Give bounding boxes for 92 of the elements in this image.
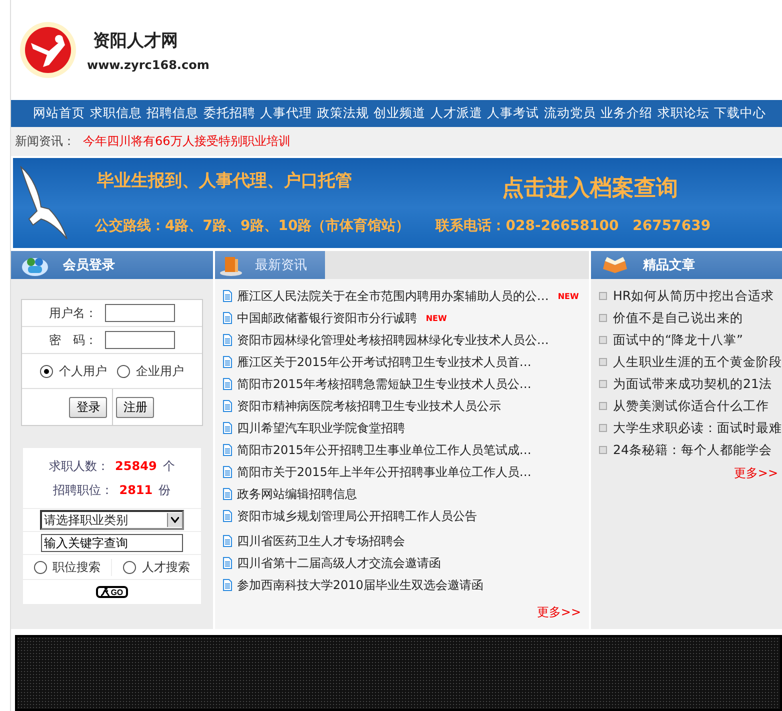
banner-headline: 毕业生报到、人事代理、户口托管 — [97, 170, 353, 192]
stat-value: 25849 — [115, 459, 157, 473]
news-link[interactable]: 简阳市2015年考核招聘急需短缺卫生专业技术人员公… — [236, 376, 532, 392]
document-icon — [222, 356, 232, 368]
document-icon — [222, 488, 232, 500]
bullet-icon — [599, 402, 607, 410]
go-button[interactable]: GO — [96, 586, 128, 598]
search-mode-option[interactable]: 职位搜索 — [34, 558, 101, 576]
news-link[interactable]: 资阳市园林绿化管理处考核招聘园林绿化专业技术人员公… — [236, 332, 549, 348]
document-icon — [222, 579, 232, 591]
articles-title: 精品文章 — [643, 256, 695, 274]
username-field[interactable] — [104, 304, 175, 322]
article-link[interactable]: HR如何从简历中挖出合适求 — [613, 288, 774, 304]
user-type-option[interactable]: 个人用户 — [40, 362, 107, 380]
bullet-icon — [599, 358, 607, 366]
site-url: www.zyrc168.com — [87, 58, 210, 72]
news-link[interactable]: 资阳市精神病医院考核招聘卫生专业技术人员公示 — [236, 398, 501, 414]
article-link[interactable]: 大学生求职必读：面试时最难 — [613, 420, 782, 436]
user-type-option[interactable]: 企业用户 — [116, 362, 184, 380]
bus-route-text: 公交路线：4路、7路、9路、10路（市体育馆站） — [95, 216, 410, 234]
news-link[interactable]: 雁江区关于2015年公开考试招聘卫生专业技术人员首… — [236, 354, 532, 370]
bullet-icon — [599, 424, 607, 432]
search-mode-option[interactable]: 人才搜索 — [123, 558, 190, 576]
caret-icon — [170, 517, 179, 523]
nav-link[interactable]: 人事代理 — [260, 105, 312, 122]
new-label: NEW — [426, 314, 447, 322]
form-button[interactable]: 登录 — [69, 396, 108, 418]
nav-link[interactable]: 求职论坛 — [657, 105, 710, 122]
runner-icon — [100, 587, 110, 597]
nav-link[interactable]: 创业频道 — [374, 105, 426, 122]
article-link[interactable]: 为面试带来成功契机的21法 — [613, 376, 772, 392]
article-link[interactable]: 面试中的“降龙十八掌” — [613, 332, 743, 348]
news-link[interactable]: 简阳市2015年公开招聘卫生事业单位工作人员笔试成… — [236, 442, 532, 458]
news-link[interactable]: 四川省医药卫生人才专场招聘会 — [236, 532, 405, 550]
document-icon — [222, 378, 232, 390]
nav-link[interactable]: 求职信息 — [90, 105, 142, 122]
more-link[interactable]: 更多>> — [734, 465, 778, 482]
news-link[interactable]: 雁江区人民法院关于在全市范围内聘用办案辅助人员的公… — [236, 288, 549, 304]
bullet-icon — [599, 446, 607, 454]
document-icon — [222, 334, 232, 346]
nav-link[interactable]: 业务介绍 — [600, 105, 652, 122]
bullet-icon — [599, 292, 607, 300]
news-link[interactable]: 中国邮政储蓄银行资阳市分行诚聘 — [236, 310, 417, 326]
keyword-field[interactable]: 输入关键字查询 — [40, 534, 183, 552]
news-link[interactable]: 简阳市关于2015年上半年公开招聘事业单位工作人员… — [236, 464, 532, 480]
stat-value: 2811 — [119, 483, 153, 497]
nav-link[interactable]: 下载中心 — [714, 105, 766, 122]
stat-unit: 个 — [162, 458, 175, 474]
document-icon — [222, 290, 232, 302]
nav-link[interactable]: 流动党员 — [544, 105, 596, 122]
article-link[interactable]: 24条秘籍：每个人都能学会 — [613, 442, 772, 458]
new-label: NEW — [558, 292, 579, 300]
document-icon — [222, 557, 232, 569]
nav-link[interactable]: 人事考试 — [487, 105, 539, 122]
bullet-icon — [599, 380, 607, 388]
nav-link[interactable]: 政策法规 — [316, 105, 369, 122]
nav-link[interactable]: 人才派遣 — [430, 105, 482, 122]
article-link[interactable]: 从赞美测试你适合什么工作 — [613, 398, 769, 414]
logo-icon — [19, 21, 77, 79]
document-icon — [222, 535, 232, 547]
bullet-icon — [599, 336, 607, 344]
news-link[interactable]: 政务网站编辑招聘信息 — [236, 486, 357, 502]
document-icon — [222, 400, 232, 412]
stat-label: 求职人数： — [49, 458, 110, 474]
password-label: 密 码： — [48, 332, 97, 348]
document-icon — [222, 444, 232, 456]
phone-text: 联系电话：028-26658100 26757639 — [436, 216, 711, 234]
bullet-icon — [599, 314, 607, 322]
more-link[interactable]: 更多>> — [536, 604, 581, 621]
category-dropdown[interactable]: 请选择职业类别 — [40, 510, 184, 530]
ticker-label: 新闻资讯： — [15, 133, 75, 150]
site-name: 资阳人才网 — [92, 30, 179, 52]
ticker-link[interactable]: 今年四川将有66万人接受特别职业培训 — [83, 133, 290, 150]
stat-label: 招聘职位： — [53, 482, 114, 498]
nav-link[interactable]: 委托招聘 — [203, 105, 256, 122]
article-link[interactable]: 价值不是自己说出来的 — [613, 310, 743, 326]
document-icon — [222, 466, 232, 478]
news-link[interactable]: 参加西南科技大学2010届毕业生双选会邀请函 — [236, 576, 484, 594]
password-field[interactable] — [104, 331, 175, 349]
login-title: 会员登录 — [63, 257, 115, 274]
article-link[interactable]: 人生职业生涯的五个黄金阶段 — [613, 354, 782, 370]
news-link[interactable]: 资阳市城乡规划管理局公开招聘工作人员公告 — [236, 508, 477, 524]
username-label: 用户名： — [48, 304, 97, 322]
nav-link[interactable]: 招聘信息 — [146, 105, 198, 122]
news-link[interactable]: 四川省第十二届高级人才交流会邀请函 — [236, 554, 441, 572]
form-button[interactable]: 注册 — [116, 396, 154, 418]
document-icon — [222, 510, 232, 522]
news-link[interactable]: 四川希望汽车职业学院食堂招聘 — [236, 420, 405, 436]
document-icon — [222, 422, 232, 434]
stat-unit: 份 — [158, 482, 171, 498]
document-icon — [222, 312, 232, 324]
nav-link[interactable]: 网站首页 — [33, 105, 85, 122]
